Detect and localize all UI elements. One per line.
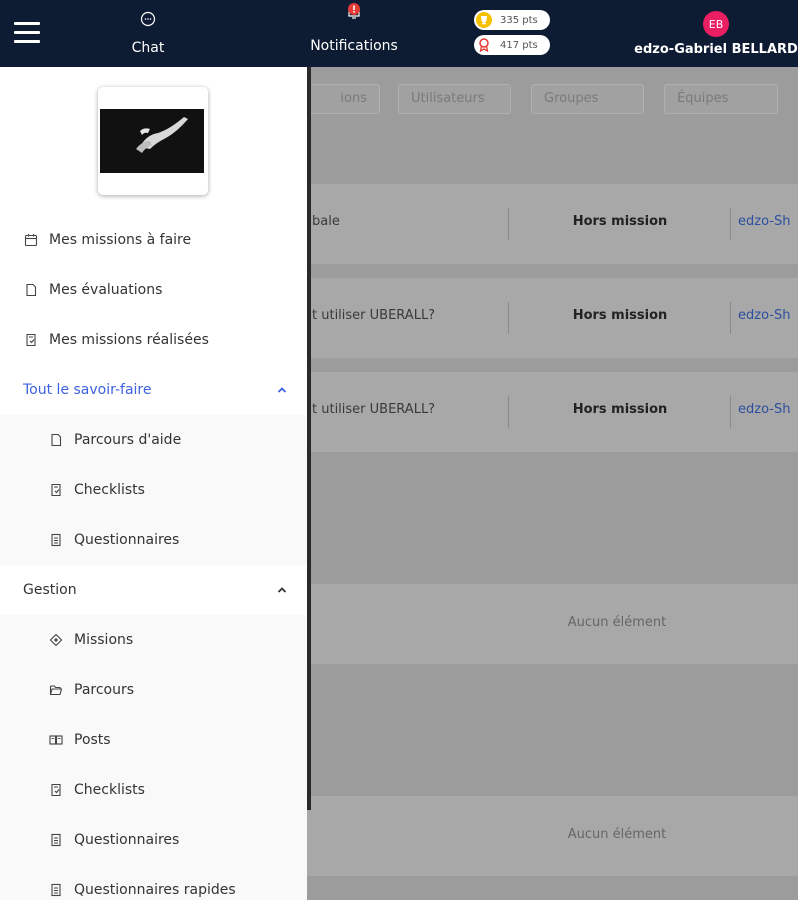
chevron-up-icon (277, 582, 287, 598)
logo-image (100, 109, 204, 173)
sidebar-item-checklists[interactable]: Checklists (0, 465, 307, 515)
points-badge: 417 pts (474, 35, 550, 55)
sidebar-item-label: Posts (74, 732, 111, 748)
points-badge: 335 pts (474, 10, 550, 30)
user-name: edzo-Gabriel BELLARD (634, 42, 798, 57)
checklist-doc-icon (48, 782, 64, 798)
row-author-link[interactable]: edzo-Sh (738, 214, 790, 229)
row-title: t utiliser UBERALL? (312, 402, 436, 417)
sidebar-item-questionnaires[interactable]: Questionnaires (0, 515, 307, 565)
award-icon (476, 37, 492, 53)
user-menu[interactable]: EB edzo-Gabriel BELLARD (634, 11, 798, 57)
trophy-icon (476, 12, 492, 28)
row-status: Hors mission (572, 308, 668, 323)
target-icon (48, 632, 64, 648)
sidebar-section-label: Tout le savoir-faire (23, 382, 152, 398)
chat-icon (118, 8, 178, 30)
sidebar-item-label: Mes missions à faire (49, 232, 192, 248)
questionnaire-icon (48, 882, 64, 898)
book-open-icon (48, 732, 64, 748)
sidebar-item-gestion-checklists[interactable]: Checklists (0, 765, 307, 815)
questionnaire-icon (48, 832, 64, 848)
checklist-doc-icon (48, 482, 64, 498)
sidebar-item-my-evaluations[interactable]: Mes évaluations (0, 265, 307, 315)
sidebar-item-label: Checklists (74, 782, 145, 798)
sidebar-section-savoir-faire[interactable]: Tout le savoir-faire (0, 365, 307, 415)
sidebar-item-label: Mes évaluations (49, 282, 163, 298)
company-logo[interactable] (98, 87, 208, 195)
points-value: 417 pts (500, 39, 538, 51)
sidebar-scrollbar[interactable] (307, 67, 311, 810)
chat-label: Chat (131, 40, 165, 56)
bell-icon (300, 2, 408, 22)
sidebar-section-gestion[interactable]: Gestion (0, 565, 307, 615)
folder-open-icon (48, 682, 64, 698)
calendar-icon (23, 232, 39, 248)
sidebar-item-label: Parcours d'aide (74, 432, 182, 448)
sidebar-item-my-completed-missions[interactable]: Mes missions réalisées (0, 315, 307, 365)
notifications-label: Notifications (310, 38, 398, 54)
checklist-doc-icon (23, 332, 39, 348)
document-icon (23, 282, 39, 298)
sidebar-item-quick-questionnaires[interactable]: Questionnaires rapides (0, 865, 307, 900)
sidebar-item-label: Parcours (74, 682, 135, 698)
points-badges: 335 pts 417 pts (474, 10, 550, 60)
filter-tab-groups[interactable]: Groupes (531, 84, 644, 114)
filter-tab-users[interactable]: Utilisateurs (398, 84, 511, 114)
sidebar-item-label: Questionnaires rapides (74, 882, 236, 898)
sidebar-item-posts[interactable]: Posts (0, 715, 307, 765)
filter-tab-teams[interactable]: Équipes (664, 84, 778, 114)
row-title: t utiliser UBERALL? (312, 308, 436, 323)
sidebar-item-label: Questionnaires (74, 832, 180, 848)
sidebar-item-gestion-questionnaires[interactable]: Questionnaires (0, 815, 307, 865)
empty-state-label: Aucun élément (567, 615, 667, 630)
chat-nav-button[interactable]: Chat (118, 8, 178, 56)
notifications-nav-button[interactable]: Notifications (300, 2, 408, 54)
sidebar-section-label: Gestion (23, 582, 77, 598)
hamburger-menu-icon[interactable] (14, 22, 40, 44)
empty-state-label: Aucun élément (567, 827, 667, 842)
row-author-link[interactable]: edzo-Sh (738, 402, 790, 417)
sidebar-item-missions[interactable]: Missions (0, 615, 307, 665)
questionnaire-icon (48, 532, 64, 548)
sidebar-item-label: Mes missions réalisées (49, 332, 209, 348)
sidebar-item-my-missions-todo[interactable]: Mes missions à faire (0, 215, 307, 265)
sidebar-item-label: Questionnaires (74, 532, 180, 548)
top-bar: Chat Notifications 335 pts 417 pts EB ed… (0, 0, 798, 67)
row-status: Hors mission (572, 402, 668, 417)
sidebar-item-label: Checklists (74, 482, 145, 498)
row-title: bale (312, 214, 340, 229)
avatar: EB (703, 11, 729, 37)
sidebar-drawer: Mes missions à faire Mes évaluations Mes… (0, 67, 307, 900)
sidebar-item-help-paths[interactable]: Parcours d'aide (0, 415, 307, 465)
sidebar-item-paths[interactable]: Parcours (0, 665, 307, 715)
points-value: 335 pts (500, 14, 538, 26)
document-icon (48, 432, 64, 448)
row-status: Hors mission (572, 214, 668, 229)
row-author-link[interactable]: edzo-Sh (738, 308, 790, 323)
chevron-up-icon (277, 382, 287, 398)
sidebar-item-label: Missions (74, 632, 134, 648)
